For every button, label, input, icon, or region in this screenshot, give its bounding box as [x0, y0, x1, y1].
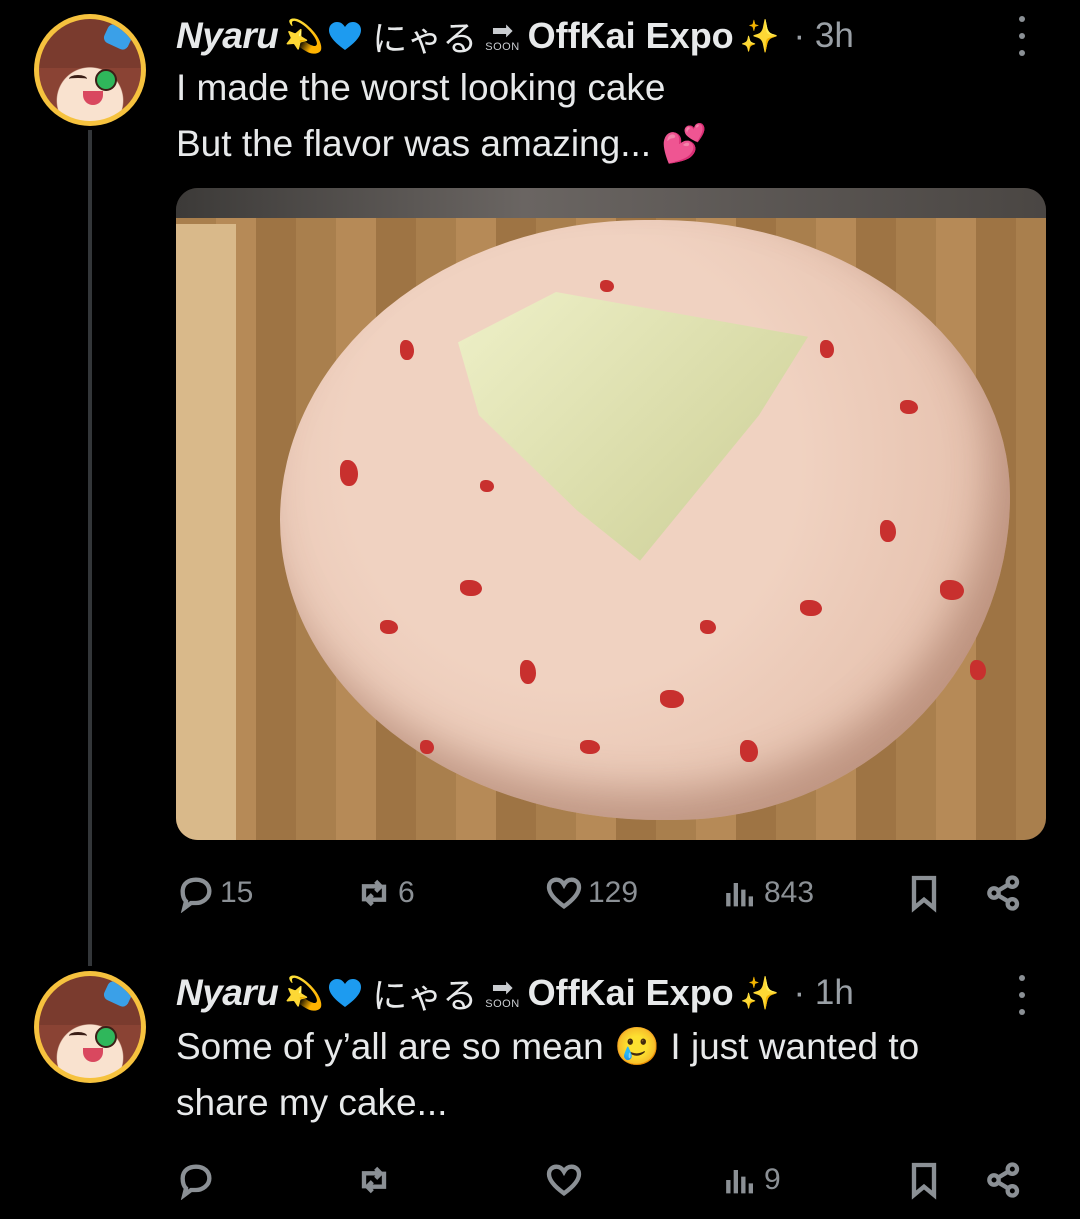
tweet-actions: 15 6 129 843	[176, 868, 1036, 918]
tweet-1[interactable]: Nyaru 💫 にゃる ➡ SOON OffKai Expo ✨ · 3h I m…	[0, 0, 1080, 966]
like-button[interactable]: 129	[544, 868, 638, 918]
share-button[interactable]	[984, 868, 1024, 918]
tweet-2[interactable]: Nyaru 💫 にゃる ➡ SOON OffKai Expo ✨ · 1h Som…	[0, 955, 1080, 1219]
share-button[interactable]	[984, 1155, 1024, 1205]
tweet-photo-cake[interactable]	[176, 188, 1046, 840]
views-icon	[726, 883, 753, 907]
views-count: 9	[764, 1163, 781, 1196]
views-button[interactable]: 9	[720, 1155, 781, 1205]
tweet-text-line: Some of y’all are so mean 🥲 I just wante…	[176, 1026, 920, 1067]
soon-arrow-icon: ➡ SOON	[485, 972, 520, 1010]
views-count: 843	[764, 876, 815, 909]
author-name[interactable]: Nyaru	[176, 15, 279, 57]
tweet-actions: 9	[176, 1155, 1036, 1205]
repost-icon	[361, 1166, 387, 1194]
dizzy-emoji: 💫	[284, 975, 325, 1011]
like-count: 129	[588, 876, 639, 909]
timestamp[interactable]: · 3h	[794, 16, 854, 56]
avatar[interactable]	[34, 971, 146, 1083]
views-icon	[726, 1170, 753, 1194]
avatar-image	[39, 976, 141, 1078]
heart-icon	[546, 1164, 582, 1196]
reply-button[interactable]: 15	[176, 868, 253, 918]
soon-arrow-icon: ➡ SOON	[485, 15, 520, 53]
more-icon[interactable]	[1012, 16, 1032, 56]
repost-button[interactable]: 6	[354, 868, 415, 918]
sparkles-emoji: ✨	[739, 975, 780, 1011]
repost-icon	[361, 879, 387, 907]
reply-count: 15	[220, 876, 254, 909]
avatar[interactable]	[34, 14, 146, 126]
dizzy-emoji: 💫	[284, 18, 325, 54]
author-name[interactable]: Nyaru	[176, 972, 279, 1014]
share-icon	[987, 1162, 1020, 1198]
author-jp-name: にゃる	[372, 19, 478, 59]
views-button[interactable]: 843	[720, 868, 814, 918]
tweet-text: Some of y’all are so mean 🥲 I just wante…	[176, 1019, 1046, 1131]
event-name: OffKai Expo	[527, 972, 734, 1013]
tweet-text-line: But the flavor was amazing... 💕	[176, 123, 708, 164]
blue-heart-icon	[328, 978, 362, 1008]
bookmark-button[interactable]	[904, 1155, 944, 1205]
tweet-header: Nyaru 💫 にゃる ➡ SOON OffKai Expo ✨ · 1h	[176, 965, 854, 1021]
event-name: OffKai Expo	[527, 15, 734, 56]
tweet-text-line: share my cake...	[176, 1082, 448, 1123]
avatar-image	[39, 19, 141, 121]
author-jp-name: にゃる	[372, 976, 478, 1016]
like-button[interactable]	[544, 1155, 588, 1205]
reply-icon	[180, 877, 212, 913]
share-icon	[987, 875, 1020, 911]
tweet-text: I made the worst looking cake But the fl…	[176, 60, 1036, 172]
reply-button[interactable]	[176, 1155, 220, 1205]
sparkles-emoji: ✨	[739, 18, 780, 54]
heart-icon	[546, 877, 582, 909]
timestamp[interactable]: · 1h	[794, 973, 854, 1013]
repost-button[interactable]	[354, 1155, 398, 1205]
repost-count: 6	[398, 876, 415, 909]
bookmark-icon	[911, 875, 937, 913]
more-icon[interactable]	[1012, 975, 1032, 1015]
reply-icon	[180, 1164, 212, 1200]
blue-heart-icon	[328, 21, 362, 51]
bookmark-button[interactable]	[904, 868, 944, 918]
bookmark-icon	[911, 1162, 937, 1200]
thread-line	[88, 130, 92, 966]
tweet-text-line: I made the worst looking cake	[176, 67, 666, 108]
tweet-header: Nyaru 💫 にゃる ➡ SOON OffKai Expo ✨ · 3h	[176, 8, 854, 64]
